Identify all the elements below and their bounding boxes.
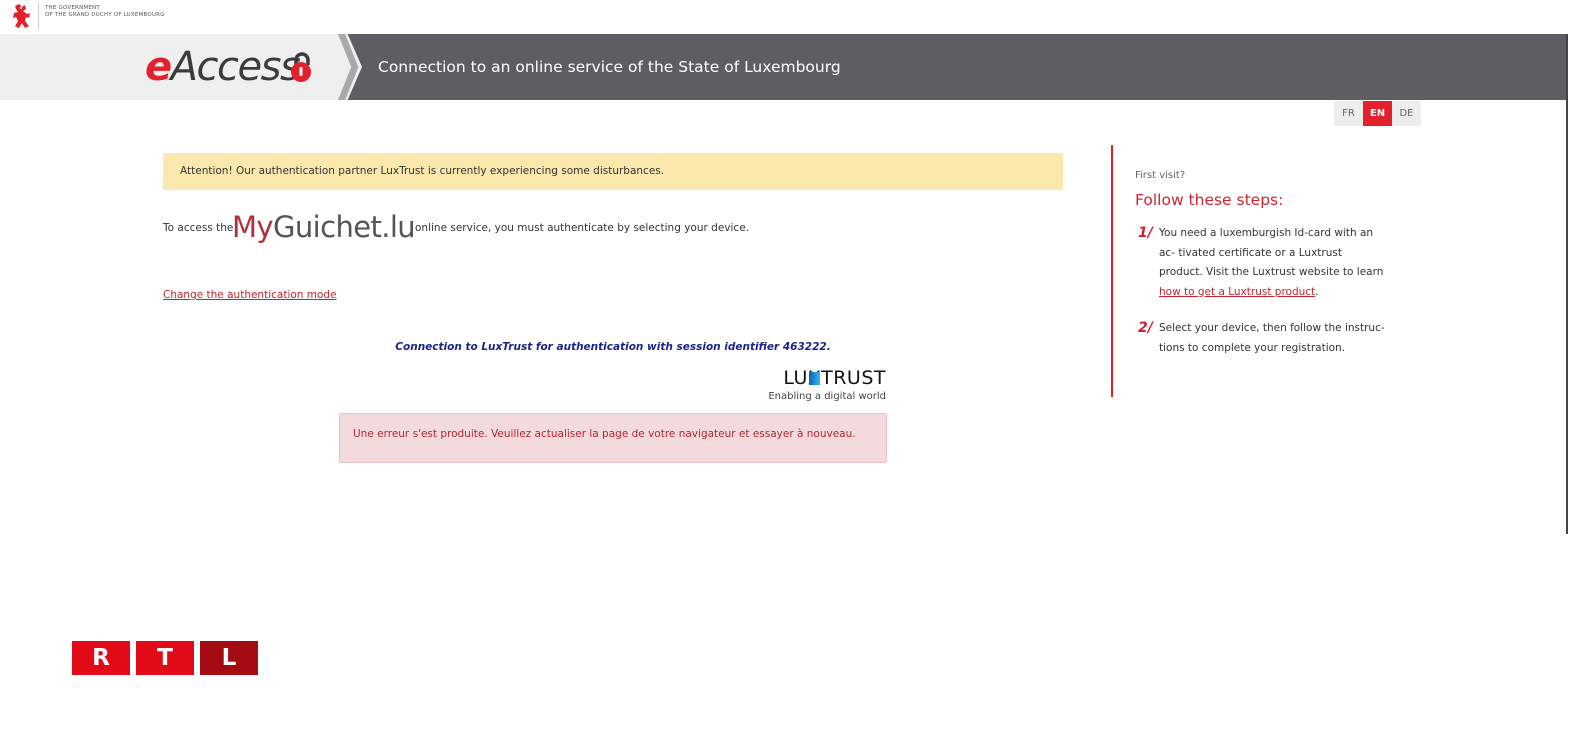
page-title: Connection to an online service of the S… [378, 58, 841, 76]
step-2-number: 2/ [1138, 320, 1153, 336]
luxtrust-mark-icon [809, 372, 820, 385]
luxtrust-tagline: Enabling a digital world [768, 391, 886, 402]
step-1-number: 1/ [1138, 225, 1153, 241]
luxtrust-product-link[interactable]: how to get a Luxtrust product [1159, 286, 1315, 298]
rtl-logo: R T L [72, 641, 260, 675]
padlock-icon [291, 52, 311, 82]
lang-en-button[interactable]: EN [1363, 101, 1392, 126]
government-bar: THE GOVERNMENT OF THE GRAND DUCHY OF LUX… [0, 0, 1572, 34]
access-intro: To access the MyGuichet.lu online servic… [163, 207, 1043, 247]
change-auth-mode-link[interactable]: Change the authentication mode [163, 289, 337, 301]
rtl-letter-r: R [72, 641, 130, 675]
lang-de-button[interactable]: DE [1392, 101, 1421, 126]
government-divider [38, 2, 39, 30]
steps-title: Follow these steps: [1135, 191, 1284, 209]
access-intro-prefix: To access the [163, 222, 234, 234]
sidebar-divider [1111, 145, 1113, 397]
rtl-letter-t: T [136, 641, 194, 675]
luxtrust-logo: LUXTRUST Enabling a digital world [768, 367, 888, 407]
step-2-text: Select your device, then follow the inst… [1159, 322, 1385, 354]
step-1-text: You need a luxemburgish Id-card with an … [1159, 227, 1384, 298]
step-2: 2/ Select your device, then follow the i… [1136, 319, 1396, 359]
header: eAccess Connection to an online service … [0, 34, 1568, 100]
language-switcher: FR EN DE [1334, 101, 1421, 126]
first-visit-label: First visit? [1135, 170, 1186, 181]
lang-fr-button[interactable]: FR [1334, 101, 1363, 126]
myguichet-logo: MyGuichet.lu [232, 210, 416, 244]
disturbance-alert: Attention! Our authentication partner Lu… [163, 153, 1063, 190]
step-1: 1/ You need a luxemburgish Id-card with … [1136, 224, 1396, 304]
session-info: Connection to LuxTrust for authenticatio… [395, 341, 831, 353]
government-label: THE GOVERNMENT OF THE GRAND DUCHY OF LUX… [45, 5, 165, 18]
access-intro-suffix: online service, you must authenticate by… [415, 222, 749, 234]
error-message: Une erreur s'est produite. Veuillez actu… [339, 413, 887, 463]
rtl-letter-l: L [200, 641, 258, 675]
header-chevron [338, 34, 362, 100]
lion-icon [13, 4, 30, 28]
scrollbar[interactable] [1566, 34, 1568, 534]
luxtrust-wordmark: LUXTRUST [783, 367, 886, 389]
eaccess-logo: eAccess [145, 44, 301, 90]
